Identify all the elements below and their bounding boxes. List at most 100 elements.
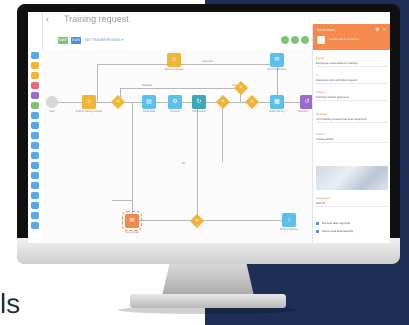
toolbar-element-icon[interactable] — [31, 72, 39, 79]
field-label: To — [316, 73, 319, 77]
process-node[interactable]: ⚙ — [168, 95, 182, 109]
calendar-icon: ▦ — [274, 99, 280, 105]
status-dot — [301, 36, 309, 44]
data-icon: ▤ — [146, 99, 152, 105]
subprocess-node[interactable]: ↻ — [192, 95, 206, 109]
gateway-diamond[interactable]: ✕ — [189, 213, 205, 229]
monitor-neck — [162, 264, 254, 296]
connector-line — [132, 220, 292, 221]
field-value[interactable]: Normal — [316, 201, 388, 205]
subprocess-icon: ↻ — [196, 99, 202, 105]
close-icon[interactable]: × — [383, 27, 386, 33]
approve-node[interactable]: ☺ — [167, 53, 181, 67]
email-icon — [317, 36, 325, 44]
back-icon[interactable]: ‹ — [46, 14, 49, 24]
user-task-icon: ☺ — [85, 99, 93, 105]
approve-icon: ☺ — [170, 57, 178, 63]
field-divider — [316, 66, 388, 67]
toolbar-element-icon[interactable] — [31, 52, 39, 59]
toolbar-element-icon[interactable] — [31, 112, 39, 119]
field-divider — [316, 142, 388, 143]
left-toolbar — [28, 12, 43, 243]
node-label: Send notification — [267, 68, 287, 71]
checkbox-label: Execute after approval — [322, 221, 350, 225]
panel-subtitle: Send email to employee — [329, 37, 360, 41]
read-data-node[interactable]: ▤ — [142, 95, 156, 109]
node-label: Subprocess — [192, 110, 206, 113]
toolbar-element-icon[interactable] — [31, 182, 39, 189]
gateway-icon: ✕ — [249, 99, 255, 105]
toolbar-element-icon[interactable] — [31, 122, 39, 129]
notification-node[interactable]: ✉ — [270, 53, 284, 67]
toolbar-element-icon[interactable] — [31, 172, 39, 179]
send-email-node[interactable]: ✉ — [122, 211, 142, 231]
bell-icon: ♪ — [287, 217, 291, 223]
gateway-diamond[interactable]: ✕ — [233, 80, 249, 96]
field-value[interactable]: Employee responsible for training — [316, 61, 388, 65]
user-task-node[interactable]: ☺ — [82, 95, 96, 109]
monitor-foot — [130, 294, 286, 308]
connector-line — [197, 102, 198, 220]
status-dot — [291, 36, 299, 44]
versions-link[interactable]: VERSIONS ▾ — [102, 37, 123, 44]
save-button[interactable]: SAVE — [58, 37, 68, 44]
connector-line — [97, 64, 277, 65]
notify-employee-node[interactable]: ♪ — [282, 213, 296, 227]
toolbar-element-icon[interactable] — [31, 142, 39, 149]
node-label: Notify employee — [279, 228, 299, 231]
lane-label: Rejected — [142, 84, 153, 87]
toolbar-element-icon[interactable] — [31, 162, 39, 169]
run-button[interactable]: RUN — [71, 37, 81, 44]
settings-link[interactable]: SETTINGS — [85, 37, 103, 44]
toolbar-element-icon[interactable] — [31, 222, 39, 229]
partial-headline-text: ls — [0, 288, 21, 319]
connector-line — [222, 102, 223, 162]
gateway-icon: ✕ — [115, 99, 121, 105]
toolbar-element-icon[interactable] — [31, 202, 39, 209]
field-value[interactable]: Employee who submitted request — [316, 78, 388, 82]
toolbar-element-icon[interactable] — [31, 92, 39, 99]
field-value[interactable]: Your training request has been approved — [316, 117, 388, 121]
process-canvas[interactable]: Approved Rejected Yes No Start ☺ Submit … — [42, 50, 314, 243]
book-training-node[interactable]: ▦ — [270, 95, 284, 109]
gateway-icon: ✕ — [238, 85, 244, 91]
toolbar-element-icon[interactable] — [31, 212, 39, 219]
gateway-diamond[interactable]: ✕ — [215, 94, 231, 110]
toolbar-element-icon[interactable] — [31, 152, 39, 159]
toolbar-element-icon[interactable] — [31, 62, 39, 69]
checkbox[interactable] — [316, 222, 319, 225]
panel-title: Send email — [317, 28, 335, 32]
properties-panel: Send email ⚙ × Send email to employee Se… — [312, 24, 390, 243]
connector-line — [120, 88, 240, 89]
connector-line — [97, 64, 98, 102]
toolbar-element-icon[interactable] — [31, 102, 39, 109]
toolbar-element-icon[interactable] — [31, 132, 39, 139]
field-label: Importance — [316, 196, 330, 200]
monitor-screen: ‹ Training request SAVE RUN SETTINGS VER… — [28, 12, 390, 243]
field-value[interactable]: Training request approved — [316, 95, 388, 99]
toolbar-element-icon[interactable] — [31, 192, 39, 199]
lane-label: No — [182, 162, 186, 165]
field-divider — [316, 100, 388, 101]
field-divider — [316, 122, 388, 123]
status-dot — [281, 36, 289, 44]
process-icon: ⚙ — [172, 99, 178, 105]
node-label: Approve request — [164, 68, 184, 71]
message-icon: ✉ — [274, 57, 280, 63]
gear-icon[interactable]: ⚙ — [375, 27, 379, 33]
panel-header: Send email ⚙ × Send email to employee — [313, 24, 390, 50]
gateway-diamond[interactable]: ✕ — [110, 94, 126, 110]
field-value[interactable]: Create activity — [316, 137, 388, 141]
gateway-diamond[interactable]: ✕ — [244, 94, 260, 110]
field-divider — [316, 206, 388, 207]
field-divider — [316, 83, 388, 84]
field-label: Sender — [316, 56, 326, 60]
gateway-icon: ✕ — [220, 99, 226, 105]
page-title: Training request — [64, 14, 129, 24]
lane-label: Approved — [202, 60, 214, 63]
email-icon: ✉ — [129, 218, 135, 224]
toolbar-element-icon[interactable] — [31, 82, 39, 89]
checkbox-label: Send email automatically — [322, 229, 354, 233]
checkbox[interactable] — [316, 230, 319, 233]
start-node[interactable] — [46, 96, 58, 108]
